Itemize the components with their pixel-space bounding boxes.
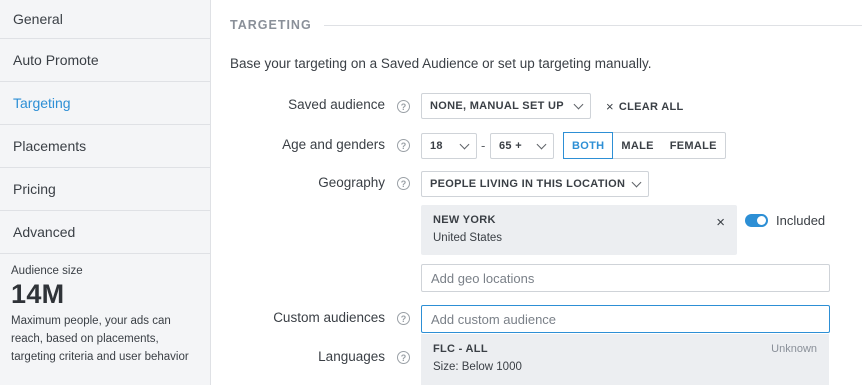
age-range-separator: - xyxy=(481,138,486,153)
clear-all-button[interactable]: × CLEAR ALL xyxy=(606,99,684,114)
age-max-dropdown[interactable]: 65 + xyxy=(490,133,554,159)
sidebar-item-general[interactable]: General xyxy=(0,0,210,39)
gender-selector: BOTH MALE FEMALE xyxy=(563,132,726,159)
section-divider xyxy=(323,24,862,26)
sidebar-item-advanced[interactable]: Advanced xyxy=(0,211,210,254)
saved-audience-label: Saved audience xyxy=(288,97,385,112)
geo-locations-input[interactable] xyxy=(421,264,830,292)
gender-female-button[interactable]: FEMALE xyxy=(662,133,725,158)
help-icon[interactable]: ? xyxy=(397,177,410,190)
section-title: TARGETING xyxy=(230,18,312,32)
sidebar-item-auto-promote[interactable]: Auto Promote xyxy=(0,39,210,82)
close-icon: × xyxy=(606,99,614,114)
chevron-down-icon xyxy=(459,139,470,149)
location-card: NEW YORK United States × xyxy=(421,205,737,255)
age-genders-label: Age and genders xyxy=(282,137,385,152)
sidebar-item-label: Auto Promote xyxy=(13,52,99,68)
clear-all-label: CLEAR ALL xyxy=(618,100,684,113)
custom-audience-suggestion[interactable]: FLC - ALL Size: Below 1000 Unknown xyxy=(421,334,829,385)
sidebar-item-label: Targeting xyxy=(13,95,71,111)
gender-male-button[interactable]: MALE xyxy=(613,133,661,158)
age-min-value: 18 xyxy=(430,140,443,152)
sidebar-item-label: General xyxy=(13,11,63,27)
sidebar-item-label: Advanced xyxy=(13,224,76,240)
audience-size-panel: Audience size 14M Maximum people, your a… xyxy=(0,254,210,366)
included-toggle[interactable] xyxy=(745,214,768,227)
included-label: Included xyxy=(776,213,826,228)
audience-size-value: 14M xyxy=(11,279,65,309)
chevron-down-icon xyxy=(573,99,584,109)
location-name: NEW YORK xyxy=(433,214,496,226)
help-icon[interactable]: ? xyxy=(397,351,410,364)
audience-size-label: Audience size xyxy=(11,265,83,277)
suggestion-status: Unknown xyxy=(771,343,817,355)
intro-text: Base your targeting on a Saved Audience … xyxy=(230,56,652,71)
suggestion-name: FLC - ALL xyxy=(433,343,488,355)
sidebar-item-pricing[interactable]: Pricing xyxy=(0,168,210,211)
suggestion-size: Size: Below 1000 xyxy=(433,361,522,373)
saved-audience-value: NONE, MANUAL SET UP xyxy=(430,100,564,112)
help-icon[interactable]: ? xyxy=(397,139,410,152)
geography-label: Geography xyxy=(318,175,385,190)
sidebar: General Auto Promote Targeting Placement… xyxy=(0,0,211,385)
geography-dropdown[interactable]: PEOPLE LIVING IN THIS LOCATION xyxy=(421,171,649,197)
location-country: United States xyxy=(433,232,503,244)
custom-audience-input[interactable] xyxy=(421,305,830,333)
audience-size-description: Maximum people, your ads can reach, base… xyxy=(11,315,189,363)
chevron-down-icon xyxy=(536,139,547,149)
targeting-panel: TARGETING Base your targeting on a Saved… xyxy=(211,0,866,385)
languages-label: Languages xyxy=(318,349,385,364)
gender-both-button[interactable]: BOTH xyxy=(563,132,614,159)
sidebar-item-placements[interactable]: Placements xyxy=(0,125,210,168)
custom-audiences-label: Custom audiences xyxy=(273,310,385,325)
section-header: TARGETING xyxy=(230,18,862,32)
geography-value: PEOPLE LIVING IN THIS LOCATION xyxy=(430,178,626,190)
age-min-dropdown[interactable]: 18 xyxy=(421,133,477,159)
sidebar-item-label: Placements xyxy=(13,138,87,154)
age-max-value: 65 + xyxy=(499,140,522,152)
sidebar-item-targeting[interactable]: Targeting xyxy=(0,82,210,125)
saved-audience-dropdown[interactable]: NONE, MANUAL SET UP xyxy=(421,93,591,119)
sidebar-item-label: Pricing xyxy=(13,181,56,197)
remove-location-icon[interactable]: × xyxy=(716,214,725,231)
chevron-down-icon xyxy=(631,177,642,187)
help-icon[interactable]: ? xyxy=(397,312,410,325)
help-icon[interactable]: ? xyxy=(397,100,410,113)
